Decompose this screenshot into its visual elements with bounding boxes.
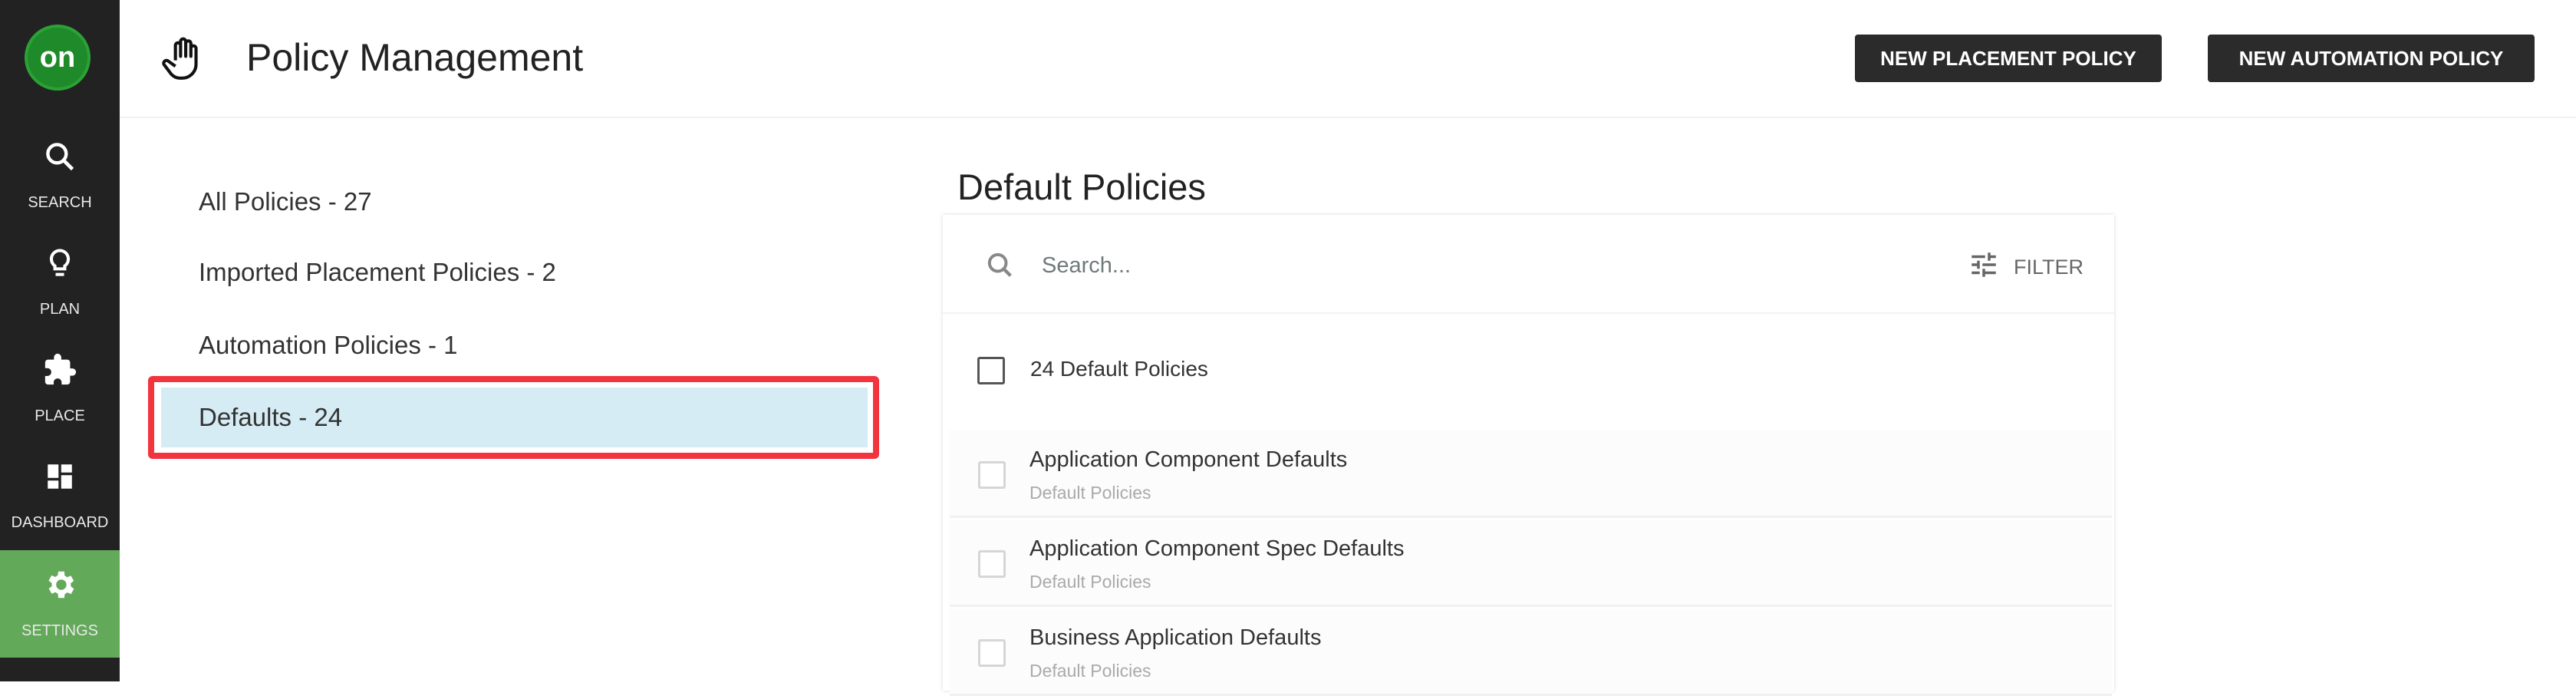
nav-search[interactable]: SEARCH [0, 122, 120, 229]
logo[interactable]: on [25, 25, 91, 91]
new-placement-policy-button[interactable]: NEW PLACEMENT POLICY [1855, 35, 2162, 82]
policies-card: FILTER 24 Default Policies Application C… [943, 215, 2114, 696]
search-bar: FILTER [943, 215, 2114, 314]
puzzle-icon [0, 351, 120, 389]
select-all-checkbox[interactable] [977, 357, 1005, 384]
filter-label: FILTER [2013, 256, 2084, 279]
nav-label: DASHBOARD [11, 514, 109, 531]
list-item[interactable]: Application Component Spec Defaults Defa… [950, 520, 2112, 607]
lightbulb-icon [0, 244, 120, 282]
category-imported-placement[interactable]: Imported Placement Policies - 2 [199, 258, 556, 287]
nav-label: PLACE [35, 407, 85, 424]
list-item[interactable]: Application Component Defaults Default P… [950, 430, 2112, 518]
policy-title: Application Component Defaults [1029, 447, 1348, 472]
logo-text: on [39, 41, 76, 74]
policy-subtitle: Default Policies [1029, 483, 1151, 503]
category-automation[interactable]: Automation Policies - 1 [199, 331, 458, 360]
hand-icon [160, 35, 207, 86]
header: Policy Management NEW PLACEMENT POLICY N… [120, 0, 2576, 118]
policy-title: Application Component Spec Defaults [1029, 536, 1405, 561]
nav-label: PLAN [39, 301, 81, 318]
select-all-row: 24 Default Policies [943, 314, 2114, 427]
page-title: Policy Management [246, 36, 584, 79]
category-defaults[interactable]: Defaults - 24 [199, 403, 342, 432]
policy-subtitle: Default Policies [1029, 572, 1151, 592]
nav-label: SEARCH [28, 194, 92, 211]
section-heading: Default Policies [957, 167, 1206, 207]
nav-dashboard[interactable]: DASHBOARD [0, 442, 120, 549]
row-checkbox[interactable] [978, 550, 1006, 578]
gear-icon [0, 566, 120, 604]
filter-button[interactable]: FILTER [1968, 249, 2084, 286]
search-input[interactable] [1042, 249, 1809, 282]
list-item[interactable]: Business Application Defaults Default Po… [950, 609, 2112, 696]
search-icon [0, 137, 120, 176]
select-all-label: 24 Default Policies [1030, 357, 1208, 381]
nav-label: SETTINGS [21, 622, 98, 639]
policy-title: Business Application Defaults [1029, 625, 1322, 650]
nav-place[interactable]: PLACE [0, 335, 120, 442]
new-automation-policy-button[interactable]: NEW AUTOMATION POLICY [2208, 35, 2535, 82]
dashboard-icon [0, 457, 120, 496]
sidebar: on SEARCH PLAN PLACE DASHBOARD SETTINGS [0, 0, 120, 681]
filter-sliders-icon [1968, 249, 2000, 286]
category-all-policies[interactable]: All Policies - 27 [199, 187, 372, 216]
nav-plan[interactable]: PLAN [0, 229, 120, 335]
nav-settings[interactable]: SETTINGS [0, 550, 120, 658]
search-icon [985, 250, 1016, 285]
policy-subtitle: Default Policies [1029, 661, 1151, 681]
row-checkbox[interactable] [978, 639, 1006, 667]
row-checkbox[interactable] [978, 461, 1006, 489]
